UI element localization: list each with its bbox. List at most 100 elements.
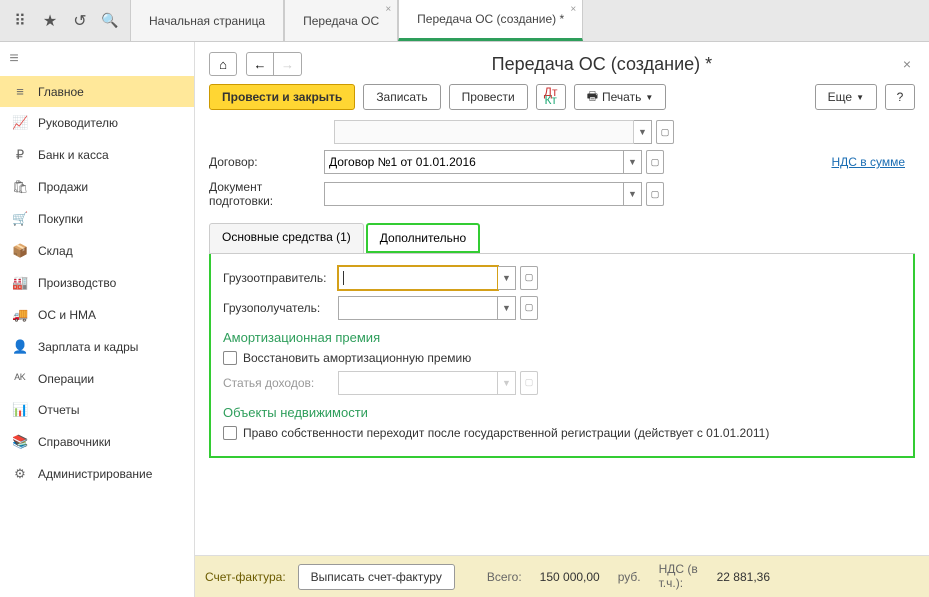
field-placeholder [334, 120, 634, 144]
tab-label: Начальная страница [149, 14, 265, 28]
contract-label: Договор: [209, 155, 324, 169]
open-button[interactable]: ▢ [520, 266, 538, 290]
tab-main-assets[interactable]: Основные средства (1) [209, 223, 364, 253]
close-icon[interactable]: × [570, 4, 576, 15]
sidebar-item-9[interactable]: ᴬᴷ Операции [0, 363, 194, 394]
tab-label: Передача ОС (создание) * [417, 12, 564, 26]
sidebar-item-4[interactable]: 🛒 Покупки [0, 203, 194, 235]
sidebar-icon: 🚚 [12, 307, 28, 323]
tab-transfer-create[interactable]: Передача ОС (создание) * × [398, 0, 583, 41]
realty-section-title: Объекты недвижимости [223, 405, 901, 420]
dtkt-button[interactable]: ДтКт [536, 84, 566, 110]
sidebar-icon: 📦 [12, 243, 28, 259]
sidebar: ≡ ≡Главное📈Руководителю₽Банк и касса🛍Про… [0, 42, 195, 597]
apps-icon[interactable]: ⠿ [6, 7, 34, 35]
close-button[interactable]: × [899, 56, 915, 72]
income-label: Статья доходов: [223, 376, 338, 390]
sidebar-icon: 📈 [12, 115, 28, 131]
sidebar-item-5[interactable]: 📦 Склад [0, 235, 194, 267]
income-input[interactable] [338, 371, 498, 395]
sidebar-icon: ≡ [12, 84, 28, 99]
dropdown-button[interactable]: ▼ [498, 371, 516, 395]
dropdown-button[interactable]: ▼ [624, 182, 642, 206]
currency-label: руб. [618, 570, 641, 584]
sidebar-item-2[interactable]: ₽Банк и касса [0, 139, 194, 171]
prepdoc-label: Документ подготовки: [209, 180, 324, 209]
printer-icon: 🖶 [587, 87, 598, 108]
open-button[interactable]: ▢ [646, 182, 664, 206]
history-icon[interactable]: ↺ [66, 7, 94, 35]
sidebar-item-0[interactable]: ≡Главное [0, 76, 194, 107]
sidebar-icon: 📚 [12, 434, 28, 450]
sidebar-icon: 🏭 [12, 275, 28, 291]
total-label: Всего: [487, 570, 522, 584]
realty-checkbox[interactable] [223, 426, 237, 440]
sidebar-icon: 🛒 [12, 211, 28, 227]
contract-input[interactable]: Договор №1 от 01.01.2016 [324, 150, 624, 174]
sidebar-item-label: Зарплата и кадры [38, 340, 138, 354]
sidebar-icon: 👤 [12, 339, 28, 355]
chevron-down-icon: ▼ [645, 93, 653, 102]
star-icon[interactable]: ★ [36, 7, 64, 35]
sidebar-item-7[interactable]: 🚚ОС и НМА [0, 299, 194, 331]
more-button[interactable]: Еще ▼ [815, 84, 877, 110]
tab-label: Передача ОС [303, 14, 379, 28]
submit-button[interactable]: Провести и закрыть [209, 84, 355, 110]
receiver-input[interactable] [338, 296, 498, 320]
sidebar-item-8[interactable]: 👤 Зарплата и кадры [0, 331, 194, 363]
chevron-down-icon: ▼ [856, 93, 864, 102]
sidebar-item-11[interactable]: 📚 Справочники [0, 426, 194, 458]
open-button[interactable]: ▢ [656, 120, 674, 144]
post-button[interactable]: Провести [449, 84, 528, 110]
sidebar-item-label: Продажи [38, 180, 88, 194]
sidebar-item-label: Операции [38, 372, 94, 386]
sidebar-icon: 📊 [12, 402, 28, 418]
sidebar-item-label: Администрирование [38, 467, 152, 481]
footer: Счет-фактура: Выписать счет-фактуру Всег… [195, 555, 929, 597]
sidebar-item-1[interactable]: 📈Руководителю [0, 107, 194, 139]
receiver-label: Грузополучатель: [223, 301, 338, 315]
sidebar-item-label: Покупки [38, 212, 83, 226]
open-button[interactable]: ▢ [520, 296, 538, 320]
sidebar-item-label: Производство [38, 276, 116, 290]
close-icon[interactable]: × [385, 4, 391, 15]
help-button[interactable]: ? [885, 84, 915, 110]
tab-additional[interactable]: Дополнительно [366, 223, 480, 253]
amort-checkbox[interactable] [223, 351, 237, 365]
dropdown-button[interactable]: ▼ [624, 150, 642, 174]
nds-label: НДС (в т.ч.): [659, 563, 699, 589]
forward-button[interactable]: → [274, 52, 302, 76]
invoice-label: Счет-фактура: [205, 570, 286, 584]
dtkt-icon: ДтКт [544, 89, 558, 105]
nds-link[interactable]: НДС в сумме [831, 155, 905, 169]
sidebar-item-10[interactable]: 📊Отчеты [0, 394, 194, 426]
search-icon[interactable]: 🔍 [96, 7, 124, 35]
sidebar-item-12[interactable]: ⚙ Администрирование [0, 458, 194, 490]
print-button[interactable]: 🖶Печать ▼ [574, 84, 667, 110]
create-invoice-button[interactable]: Выписать счет-фактуру [298, 564, 455, 590]
prepdoc-input[interactable] [324, 182, 624, 206]
back-button[interactable]: ← [246, 52, 274, 76]
menu-icon[interactable]: ≡ [0, 42, 28, 76]
home-button[interactable]: ⌂ [209, 52, 237, 76]
sidebar-item-3[interactable]: 🛍Продажи [0, 171, 194, 203]
tab-transfer[interactable]: Передача ОС × [284, 0, 398, 41]
sidebar-icon: ⚙ [12, 466, 28, 482]
open-button[interactable]: ▢ [646, 150, 664, 174]
tab-home[interactable]: Начальная страница [130, 0, 284, 41]
dropdown-button[interactable]: ▼ [498, 296, 516, 320]
sidebar-icon: ᴬᴷ [12, 371, 28, 386]
dropdown-button[interactable]: ▼ [634, 120, 652, 144]
realty-check-label: Право собственности переходит после госу… [243, 426, 769, 440]
sender-input[interactable] [338, 266, 498, 290]
save-button[interactable]: Записать [363, 84, 440, 110]
dropdown-button[interactable]: ▼ [498, 266, 516, 290]
sidebar-item-label: Справочники [38, 435, 111, 449]
sidebar-icon: ₽ [12, 147, 28, 163]
nds-value: 22 881,36 [717, 570, 770, 584]
window-tabs: Начальная страница Передача ОС × Передача… [130, 0, 583, 41]
sidebar-item-6[interactable]: 🏭 Производство [0, 267, 194, 299]
contract-value: Договор №1 от 01.01.2016 [329, 155, 476, 169]
open-button[interactable]: ▢ [520, 371, 538, 395]
sidebar-item-label: Склад [38, 244, 73, 258]
